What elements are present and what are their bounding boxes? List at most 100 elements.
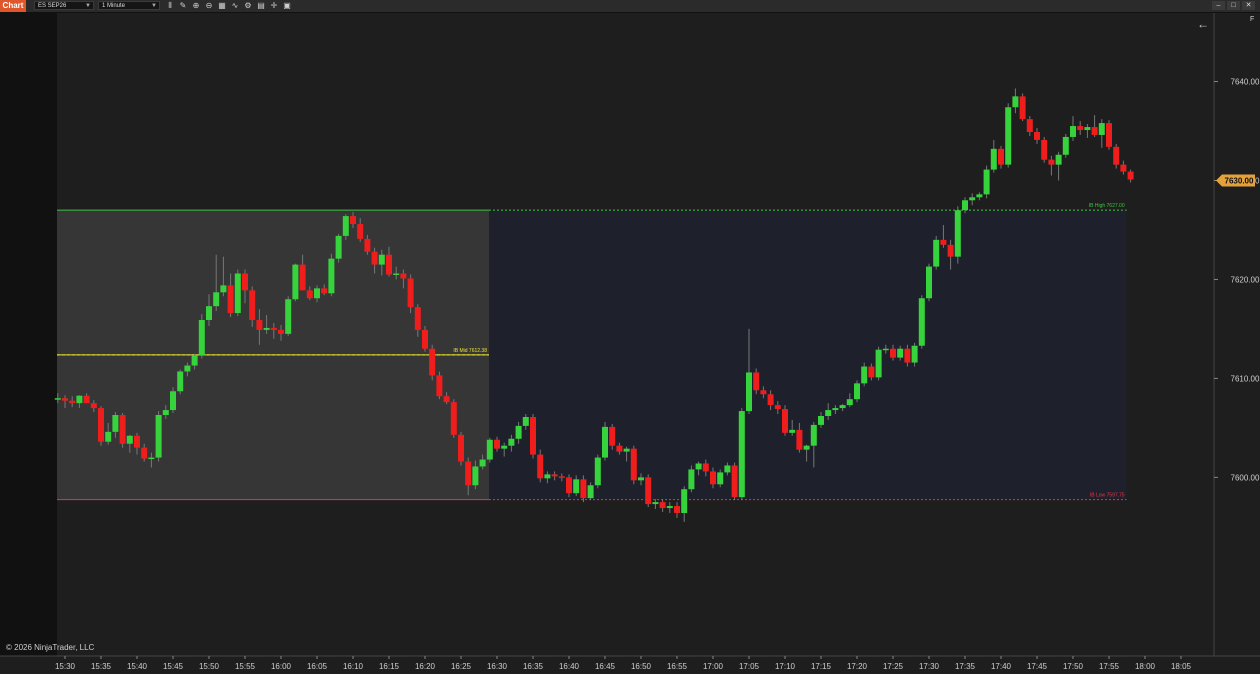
x-tick-label: 18:05 — [1171, 662, 1192, 671]
candle-body — [472, 466, 479, 486]
candle-body — [1084, 127, 1091, 131]
candle-body — [436, 375, 443, 397]
x-tick-label: 17:55 — [1099, 662, 1120, 671]
candle-body — [544, 474, 551, 479]
templates-icon[interactable]: ▤ — [256, 1, 266, 11]
scroll-back-icon[interactable]: ← — [1197, 17, 1209, 31]
candle-body — [782, 409, 788, 433]
candle-body — [832, 408, 839, 411]
candle-body — [580, 479, 587, 499]
candle-body — [155, 415, 162, 458]
minimize-button[interactable]: – — [1212, 1, 1225, 10]
candle-body — [357, 224, 364, 239]
y-tick-label: 7600.00 — [1231, 473, 1260, 482]
candle-body — [954, 210, 961, 257]
candle-body — [1019, 96, 1026, 120]
strategies-icon[interactable]: ⚙ — [243, 1, 253, 11]
candle-body — [443, 396, 450, 403]
candle-body — [638, 477, 644, 481]
properties-icon[interactable]: ▦ — [217, 1, 227, 11]
candle-body — [1026, 119, 1033, 132]
candle-body — [414, 307, 421, 330]
candle-body — [321, 288, 328, 294]
candle-body — [486, 439, 493, 460]
candle-body — [292, 264, 299, 300]
copyright-text: © 2026 NinjaTrader, LLC — [6, 643, 95, 652]
chart-tab[interactable]: Chart — [0, 0, 26, 12]
close-button[interactable]: ✕ — [1242, 1, 1255, 10]
candle-body — [558, 476, 565, 478]
candle-body — [378, 254, 385, 265]
candle-body — [587, 485, 594, 499]
price-chart[interactable]: 7600.00 7610.00 7620.00 7630.00 7640.00 15:30… — [0, 13, 1260, 674]
candle-body — [407, 278, 414, 308]
candle-body — [364, 238, 371, 252]
candle-body — [724, 465, 731, 473]
candle-body — [674, 506, 680, 513]
indicators-icon[interactable]: ∿ — [230, 1, 240, 11]
x-tick-label: 16:15 — [379, 662, 400, 671]
candle-body — [940, 239, 947, 245]
candle-body — [314, 288, 320, 299]
candle-body — [198, 320, 205, 356]
candle-body — [803, 445, 810, 450]
x-tick-label: 16:20 — [415, 662, 436, 671]
candle-body — [112, 415, 119, 432]
candle-body — [652, 502, 659, 505]
candle-body — [846, 399, 853, 406]
y-tick-label: 7620.00 — [1231, 275, 1260, 284]
candle-body — [897, 348, 904, 358]
candle-body — [278, 329, 284, 334]
instrument-selector[interactable]: ES SEP26 ▼ — [34, 1, 94, 10]
candle-body — [98, 408, 104, 442]
maximize-button[interactable]: □ — [1227, 1, 1240, 10]
candle-body — [566, 477, 572, 494]
candle-body — [717, 472, 724, 485]
candle-body — [249, 290, 256, 321]
candle-body — [386, 254, 392, 275]
candle-body — [1041, 139, 1048, 160]
candle-body — [1062, 136, 1069, 155]
x-tick-label: 16:10 — [343, 662, 364, 671]
x-tick-label: 17:05 — [739, 662, 760, 671]
x-tick-label: 16:00 — [271, 662, 292, 671]
x-tick-label: 15:50 — [199, 662, 220, 671]
candle-body — [515, 425, 522, 439]
x-tick-label: 15:40 — [127, 662, 148, 671]
candle-body — [1098, 123, 1105, 135]
candle-body — [594, 457, 601, 486]
candle-body — [1005, 107, 1012, 165]
candle-body — [1091, 127, 1098, 135]
candle-body — [666, 506, 673, 509]
zoom-in-icon[interactable]: ⊕ — [191, 1, 201, 11]
candle-body — [350, 216, 356, 225]
candle-body — [818, 416, 824, 425]
candle-body — [753, 372, 760, 391]
candle-body — [270, 327, 277, 330]
instrument-label: ES SEP26 — [38, 3, 67, 9]
candle-body — [458, 434, 464, 462]
candle-body — [177, 371, 184, 392]
candle-body — [1120, 164, 1127, 172]
interval-selector[interactable]: 1 Minute ▼ — [98, 1, 160, 10]
candle-body — [868, 366, 875, 378]
x-tick-label: 17:40 — [991, 662, 1012, 671]
draw-tool-icon[interactable]: ✎ — [178, 1, 188, 11]
x-tick-label: 16:55 — [667, 662, 688, 671]
data-box-icon[interactable]: ▣ — [282, 1, 292, 11]
candle-body — [962, 200, 968, 211]
zoom-out-icon[interactable]: ⊖ — [204, 1, 214, 11]
ib-level-label: IB Mid 7612.38 — [453, 348, 487, 354]
candle-body — [702, 463, 709, 472]
candle-body — [522, 416, 529, 426]
x-tick-label: 17:30 — [919, 662, 940, 671]
candle-body — [976, 194, 983, 198]
candle-body — [242, 273, 248, 291]
crosshair-icon[interactable]: ✛ — [269, 1, 279, 11]
candle-body — [220, 285, 227, 293]
x-tick-label: 17:10 — [775, 662, 796, 671]
x-tick-label: 16:05 — [307, 662, 328, 671]
bar-style-icon[interactable]: ⫴ — [165, 1, 175, 11]
candle-body — [501, 445, 508, 449]
candle-body — [213, 292, 220, 307]
